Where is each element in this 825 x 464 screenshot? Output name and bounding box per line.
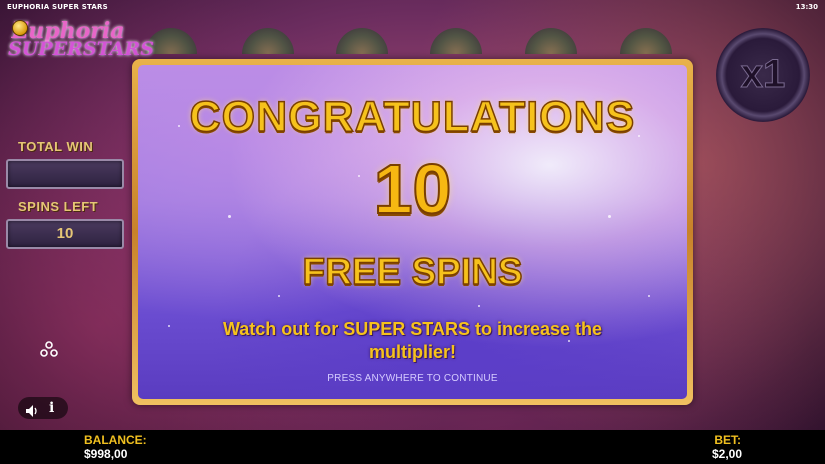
sparkle xyxy=(278,295,280,297)
balance-value: $998,00 xyxy=(84,447,128,461)
bet-value[interactable]: $2,00 xyxy=(712,447,742,461)
sound-button[interactable] xyxy=(26,402,39,417)
free-spins-count: 10 xyxy=(373,149,453,229)
gear-icon xyxy=(40,341,58,357)
info-button[interactable]: i xyxy=(49,400,57,416)
balance-label: BALANCE: xyxy=(84,433,147,447)
dialog-panel: CONGRATULATIONS 10 FREE SPINS Watch out … xyxy=(138,65,687,399)
free-spins-dialog[interactable]: CONGRATULATIONS 10 FREE SPINS Watch out … xyxy=(132,59,693,405)
settings-button[interactable] xyxy=(39,339,59,359)
spins-left-display: 10 xyxy=(6,219,124,249)
coin-icon xyxy=(12,20,28,36)
congratulations-title: CONGRATULATIONS xyxy=(189,92,636,142)
multiplier-value: x1 xyxy=(740,52,786,97)
spins-left-label: SPINS LEFT xyxy=(18,199,99,214)
speaker-icon xyxy=(26,405,37,417)
bet-label: BET: xyxy=(714,433,741,447)
info-icon: i xyxy=(49,400,55,416)
press-to-continue[interactable]: PRESS ANYWHERE TO CONTINUE xyxy=(138,373,687,384)
clock: 13:30 xyxy=(795,3,818,11)
free-spins-label: FREE SPINS xyxy=(302,250,524,293)
game-title: EUPHORIA SUPER STARS xyxy=(7,3,108,11)
sparkle xyxy=(168,325,170,327)
sparkle xyxy=(648,295,650,297)
total-win-display xyxy=(6,159,124,189)
top-bar: EUPHORIA SUPER STARS 13:30 xyxy=(0,0,825,14)
logo-line-2: SUPERSTARS xyxy=(8,38,154,60)
super-stars-message: Watch out for SUPER STARS to increase th… xyxy=(222,319,603,362)
sparkle xyxy=(478,305,480,307)
total-win-label: TOTAL WIN xyxy=(18,139,94,154)
